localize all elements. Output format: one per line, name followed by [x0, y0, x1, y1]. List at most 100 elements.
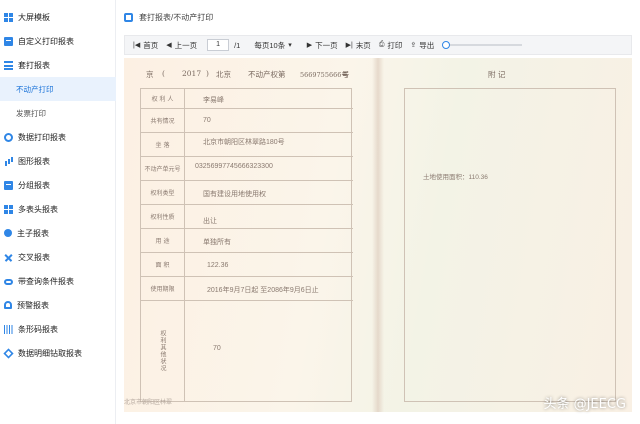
last-page-label: 末页 [355, 40, 371, 50]
header-number: 5669755666号 [300, 71, 348, 79]
sidebar-item-label: 主子报表 [17, 228, 49, 238]
sidebar-item-multi-header[interactable]: 多表头报表 [0, 197, 116, 221]
prev-page-icon: ◀ [166, 42, 172, 49]
printer-icon: ⎙ [378, 41, 385, 48]
group-icon [4, 180, 13, 190]
table-row: 用 途 单独所有 [141, 229, 353, 253]
report-page: 京 ( 2017 ) 北京 不动产权第 5669755666号 号 附 记 权 … [124, 58, 632, 412]
appendix-title: 附 记 [488, 70, 506, 79]
row-label: 共有情况 [141, 109, 185, 132]
sidebar-item-barcode[interactable]: 条形码报表 [0, 317, 116, 341]
master-detail-icon [4, 229, 12, 237]
header-district: 北京 [216, 70, 231, 79]
row-label: 权利类型 [141, 181, 185, 204]
row-label: 权利性质 [141, 205, 185, 228]
row-value: 北京市朝阳区林翠路180号 [203, 139, 285, 146]
row-value: 出让 [203, 218, 217, 225]
table-row: 使用期限 2016年9月7日起 至2086年9月6日止 [141, 277, 353, 301]
row-label: 权利其他状况 [141, 301, 185, 401]
sidebar-item-label: 多表头报表 [18, 204, 58, 214]
sidebar-item-label: 分组报表 [18, 180, 50, 190]
page-number-input[interactable]: 1 [207, 39, 230, 51]
table-row: 权 利 人 李易峰 [141, 89, 353, 109]
appendix-note: 土地使用面积：110.36 [423, 174, 488, 181]
header-title: 不动产权第 [248, 70, 286, 79]
sidebar-item-drilldown[interactable]: 数据明细钻取报表 [0, 341, 116, 365]
sidebar-item-label: 数据打印报表 [18, 132, 66, 142]
sidebar-item-custom-print[interactable]: 自定义打印报表 [0, 29, 116, 53]
table-row: 权利其他状况 70 [141, 301, 353, 401]
cross-report-icon [4, 253, 13, 262]
export-label: 导出 [419, 40, 435, 50]
header-paren-close: ) [206, 69, 209, 78]
appendix-box: 土地使用面积：110.36 [404, 88, 616, 402]
zoom-slider[interactable] [442, 41, 523, 49]
table-row: 共有情况 70 [141, 109, 353, 133]
export-icon: ⇪ [410, 42, 417, 49]
zoom-slider-track [444, 44, 523, 46]
dashboard-icon [4, 12, 13, 22]
last-page-icon: ▶| [345, 42, 353, 49]
row-value: 122.36 [207, 262, 229, 269]
prev-page-button[interactable]: ◀ 上一页 [166, 40, 197, 51]
sidebar-item-data-print[interactable]: 数据打印报表 [0, 125, 116, 149]
sidebar-item-dashboard[interactable]: 大屏模板 [0, 5, 116, 29]
table-row: 坐 落 北京市朝阳区林翠路180号 [141, 133, 353, 157]
sidebar-item-alert[interactable]: 预警报表 [0, 293, 116, 317]
sidebar-item-query[interactable]: 带查询条件报表 [0, 269, 116, 293]
sidebar-item-label: 套打报表 [18, 60, 50, 70]
sidebar-item-realestate-print[interactable]: 不动产打印 [0, 77, 116, 101]
row-label: 权 利 人 [141, 89, 185, 108]
table-row: 面 积 122.36 [141, 253, 353, 277]
row-value: 国有建设用地使用权 [203, 191, 266, 198]
sidebar-item-label: 交叉报表 [18, 252, 50, 262]
multi-header-icon [4, 204, 13, 214]
header-city: 京 [146, 70, 154, 79]
row-label: 坐 落 [141, 133, 185, 156]
sidebar-item-cross[interactable]: 交叉报表 [0, 245, 116, 269]
print-template-icon [4, 36, 13, 46]
row-value: 2016年9月7日起 至2086年9月6日止 [207, 287, 319, 294]
page-total: /1 [234, 40, 241, 50]
sidebar-item-master-detail[interactable]: 主子报表 [0, 221, 116, 245]
footnote: 北京市朝阳区林翠 [124, 400, 173, 406]
page-size-label: 每页10条 [254, 40, 286, 50]
sidebar-item-label: 条形码报表 [18, 324, 58, 334]
sidebar-item-label: 数据明细钻取报表 [18, 348, 82, 358]
row-value: 单独所有 [203, 239, 231, 246]
zoom-slider-handle[interactable] [442, 41, 451, 49]
sidebar-item-chart[interactable]: 图形报表 [0, 149, 116, 173]
print-button[interactable]: ⎙ 打印 [379, 40, 403, 51]
sidebar-item-label: 自定义打印报表 [18, 36, 74, 46]
sidebar-item-overlay-report[interactable]: 套打报表 [0, 53, 116, 77]
export-button[interactable]: ⇪ 导出 [410, 40, 434, 51]
breadcrumb: 套打报表/不动产打印 [124, 12, 213, 23]
row-value: 03256997745666323300 [195, 163, 273, 170]
chart-icon [4, 157, 13, 166]
chevron-down-icon: ▾ [288, 42, 292, 49]
next-page-label: 下一页 [315, 40, 338, 50]
row-value: 李易峰 [203, 97, 224, 104]
page-size-select[interactable]: 每页10条 ▾ [254, 40, 294, 51]
row-label: 不动产单元号 [141, 157, 185, 180]
sidebar: 大屏模板 自定义打印报表 套打报表 不动产打印 发票打印 数据打印报表 图形报表… [0, 0, 116, 424]
sidebar-item-label: 大屏模板 [18, 12, 50, 22]
first-page-icon: |◀ [133, 42, 141, 49]
sidebar-item-group[interactable]: 分组报表 [0, 173, 116, 197]
header-suffix: 号 [342, 70, 350, 79]
page-fold [372, 58, 384, 412]
sidebar-item-label: 预警报表 [17, 300, 49, 310]
sidebar-item-label: 带查询条件报表 [18, 276, 74, 286]
sidebar-item-invoice-print[interactable]: 发票打印 [0, 101, 116, 125]
barcode-icon [4, 324, 13, 334]
certificate-table: 权 利 人 李易峰 共有情况 70 坐 落 北京市朝阳区林翠路180号 不动产单元号 0… [140, 88, 353, 402]
first-page-label: 首页 [143, 40, 159, 50]
header-year: 2017 [182, 69, 202, 78]
alert-icon [4, 301, 12, 309]
first-page-button[interactable]: |◀ 首页 [133, 40, 158, 51]
next-page-button[interactable]: ▶ 下一页 [307, 40, 338, 51]
row-label: 使用期限 [141, 277, 185, 300]
sidebar-item-label: 图形报表 [18, 156, 50, 166]
row-value: 70 [213, 345, 221, 352]
last-page-button[interactable]: ▶| 末页 [346, 40, 371, 51]
